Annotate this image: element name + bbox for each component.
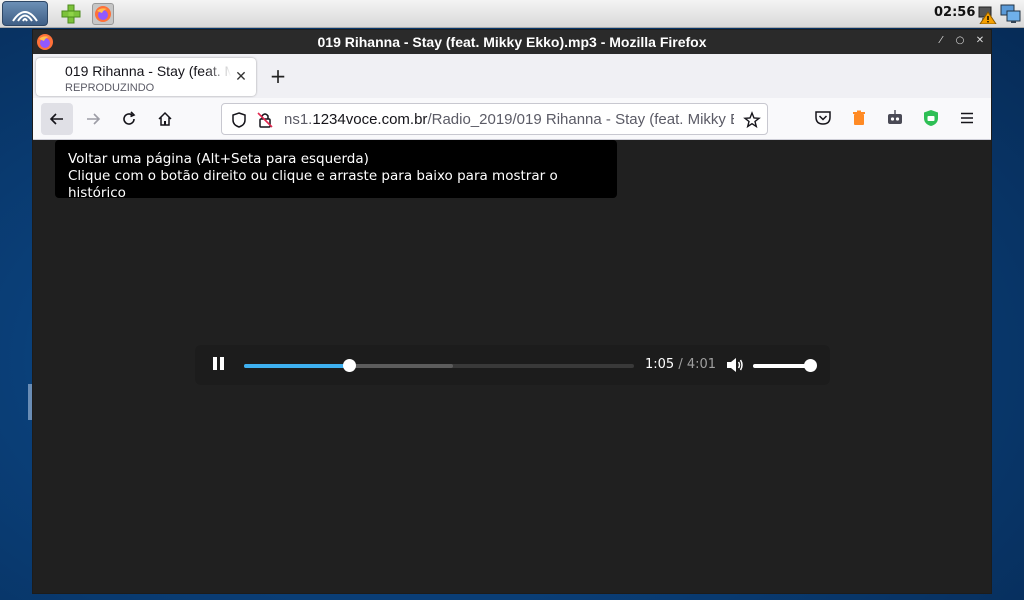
volume-slider[interactable]	[753, 359, 817, 372]
seek-slider[interactable]	[244, 359, 634, 372]
tooltip-line-2: Clique com o botão direito ou clique e a…	[68, 168, 558, 201]
trash-icon	[853, 110, 865, 125]
duration: 4:01	[686, 357, 717, 372]
plus-icon	[61, 4, 81, 24]
home-icon	[158, 111, 172, 126]
system-clock: 02:56	[934, 5, 976, 20]
pause-button[interactable]	[212, 357, 226, 373]
seek-thumb[interactable]	[343, 359, 357, 372]
extension-robot-button[interactable]	[885, 108, 905, 128]
maximize-button[interactable]: ○	[953, 34, 967, 48]
window-title: 019 Rihanna - Stay (feat. Mikky Ekko).mp…	[317, 34, 707, 50]
insecure-lock-icon[interactable]	[256, 111, 274, 129]
navigation-toolbar: ns1.1234voce.com.br/Radio_2019/019 Rihan…	[33, 98, 991, 140]
new-tab-button[interactable]: +	[268, 66, 288, 86]
tab-current[interactable]: 019 Rihanna - Stay (feat. Mikky Ekko).mp…	[36, 58, 256, 96]
robot-icon	[888, 110, 902, 124]
shield-icon[interactable]	[230, 111, 248, 129]
firefox-icon	[95, 6, 111, 22]
firefox-launcher-button[interactable]	[92, 3, 114, 25]
close-window-button[interactable]: ✕	[973, 34, 987, 48]
forget-button[interactable]	[849, 108, 869, 128]
home-button[interactable]	[149, 103, 181, 135]
forward-button[interactable]	[77, 103, 109, 135]
add-launcher-button[interactable]	[60, 3, 82, 25]
bookmark-star-icon[interactable]	[743, 111, 761, 129]
minimize-button[interactable]: ⁄	[934, 34, 948, 48]
url-host: 1234voce.com.br	[312, 111, 428, 128]
firefox-window: 019 Rihanna - Stay (feat. Mikky Ekko).mp…	[32, 29, 992, 594]
volume-icon[interactable]	[726, 357, 744, 373]
hamburger-menu-icon	[961, 112, 973, 124]
tab-bar: 019 Rihanna - Stay (feat. Mikky Ekko).mp…	[33, 54, 991, 98]
volume-thumb[interactable]	[804, 359, 817, 372]
current-time: 1:05	[645, 357, 675, 372]
back-button[interactable]	[41, 103, 73, 135]
forward-arrow-icon	[87, 113, 101, 125]
reload-button[interactable]	[113, 103, 145, 135]
tooltip-line-1: Voltar uma página (Alt+Seta para esquerd…	[68, 151, 369, 167]
app-menu-button[interactable]	[957, 108, 977, 128]
time-display: 1:05 / 4:01	[645, 357, 716, 372]
pause-icon	[213, 357, 217, 370]
url-path: /Radio_2019/019 Rihanna - Stay (feat. Mi…	[427, 111, 734, 128]
network-warning-icon[interactable]	[978, 4, 997, 25]
audio-player-controls: 1:05 / 4:01	[195, 345, 830, 385]
time-separator: /	[674, 357, 687, 372]
close-tab-icon[interactable]: ✕	[234, 70, 248, 84]
vpn-extension-button[interactable]	[921, 108, 941, 128]
system-menu-button[interactable]	[2, 1, 48, 26]
reload-icon	[123, 111, 136, 125]
url-bar[interactable]: ns1.1234voce.com.br/Radio_2019/019 Rihan…	[221, 103, 768, 135]
pause-icon	[220, 357, 224, 370]
media-viewer: Voltar uma página (Alt+Seta para esquerd…	[33, 140, 991, 593]
url-prefix: ns1.	[284, 111, 313, 128]
back-button-tooltip: Voltar uma página (Alt+Seta para esquerd…	[55, 140, 617, 201]
monitor-icon[interactable]	[1000, 4, 1021, 24]
wireless-menu-icon	[12, 10, 38, 22]
tab-playing-label: REPRODUZINDO	[65, 82, 155, 94]
pocket-button[interactable]	[813, 108, 833, 128]
played-bar	[244, 364, 350, 368]
volume-level	[753, 364, 810, 368]
system-panel: 02:56	[0, 0, 1024, 28]
pocket-icon	[815, 111, 831, 125]
shield-extension-icon	[924, 110, 938, 126]
tab-title: 019 Rihanna - Stay (feat. Mikky Ekko).mp…	[65, 63, 231, 79]
window-titlebar[interactable]: 019 Rihanna - Stay (feat. Mikky Ekko).mp…	[33, 30, 991, 54]
back-arrow-icon	[49, 113, 63, 125]
url-text[interactable]: ns1.1234voce.com.br/Radio_2019/019 Rihan…	[284, 111, 734, 128]
